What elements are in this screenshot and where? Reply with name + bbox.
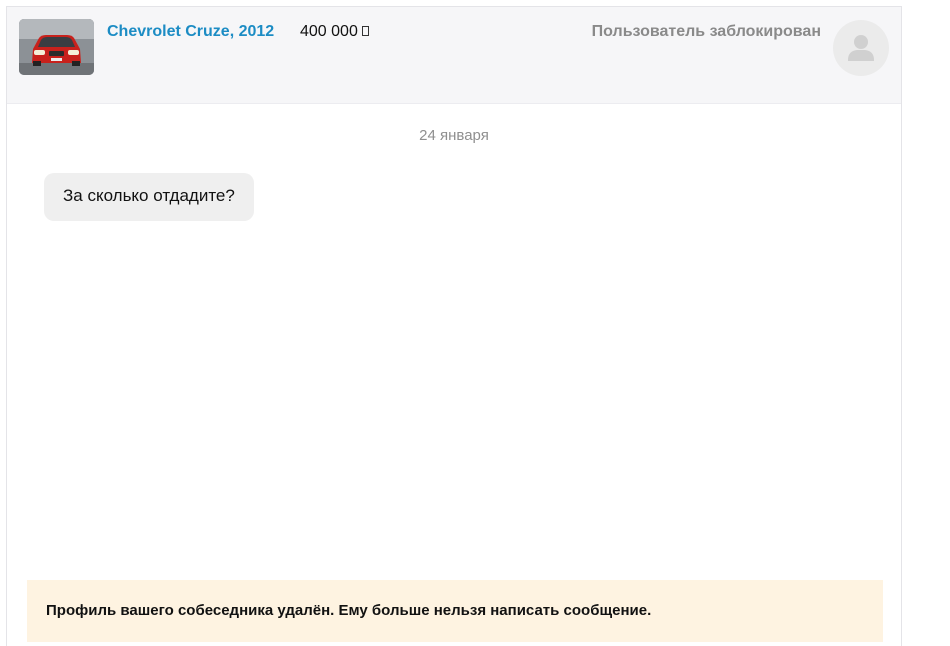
ad-price: 400 000: [300, 23, 369, 41]
ad-title-link[interactable]: Chevrolet Cruze, 2012: [107, 23, 274, 41]
red-car-photo: [19, 19, 94, 75]
chat-window: Chevrolet Cruze, 2012 400 000 Пользовате…: [6, 6, 902, 646]
user-status: Пользователь заблокирован: [591, 23, 821, 40]
chat-header: Chevrolet Cruze, 2012 400 000 Пользовате…: [7, 7, 901, 104]
ad-thumbnail[interactable]: [19, 19, 94, 75]
user-silhouette-icon: [848, 35, 874, 61]
avatar[interactable]: [833, 20, 889, 76]
ruble-icon: [361, 26, 369, 36]
date-separator: 24 января: [419, 127, 489, 144]
ad-price-value: 400 000: [300, 23, 358, 40]
message-bubble: За сколько отдадите?: [44, 173, 254, 221]
profile-deleted-notice: Профиль вашего собеседника удалён. Ему б…: [27, 580, 883, 642]
